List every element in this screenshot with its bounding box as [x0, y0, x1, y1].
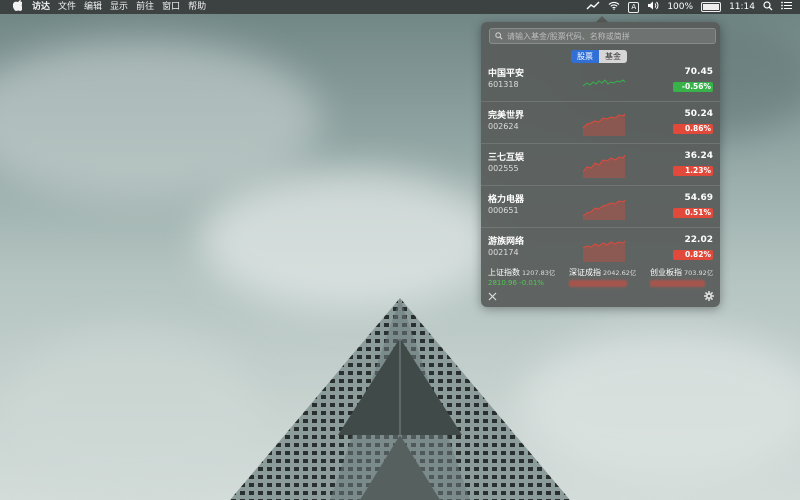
stock-name: 完美世界 [488, 111, 525, 121]
stock-code: 002174 [488, 248, 519, 257]
index-value-blurred [569, 280, 627, 287]
index-name: 深证成指 [569, 268, 601, 277]
stock-name: 三七互娱 [488, 153, 525, 163]
menu-go[interactable]: 前往 [136, 0, 162, 14]
stock-change-badge: 0.51% [673, 208, 713, 218]
index-shanghai[interactable]: 上证指数 1207.83亿 2810.96 -0.01% [488, 267, 556, 287]
search-input[interactable] [507, 31, 707, 41]
stock-price: 22.02 [684, 235, 713, 245]
index-value-blurred [650, 280, 705, 287]
stock-name: 中国平安 [488, 69, 525, 79]
index-name: 上证指数 [488, 268, 520, 277]
index-shenzhen[interactable]: 深证成指 2042.62亿 [569, 267, 637, 287]
stock-name: 游族网络 [488, 237, 525, 247]
search-icon [495, 32, 503, 40]
menu-help[interactable]: 帮助 [188, 0, 214, 14]
stock-price: 36.24 [684, 151, 713, 161]
index-name: 创业板指 [650, 268, 682, 277]
building-image [230, 298, 570, 500]
stock-change-badge: 1.23% [673, 166, 713, 176]
stock-code: 000651 [488, 206, 519, 215]
index-value: 2810.96 -0.01% [488, 279, 544, 287]
notification-center-icon[interactable] [781, 1, 792, 13]
stock-name: 格力电器 [488, 195, 525, 205]
stock-chart-icon[interactable] [586, 1, 600, 14]
stock-code: 002555 [488, 164, 519, 173]
index-volume: 2042.62亿 [603, 269, 637, 277]
stock-price: 70.45 [684, 67, 713, 77]
stock-code: 601318 [488, 80, 519, 89]
stock-code: 002624 [488, 122, 519, 131]
cloud [200, 170, 500, 310]
sparkline [582, 113, 626, 136]
index-volume: 1207.83亿 [522, 269, 556, 277]
menu-window[interactable]: 窗口 [162, 0, 188, 14]
stock-row[interactable]: 格力电器 000651 54.69 0.51% [481, 186, 720, 228]
stock-change-badge: 0.82% [673, 250, 713, 260]
stock-change-badge: -0.56% [673, 82, 713, 92]
index-chinext[interactable]: 创业板指 703.92亿 [650, 267, 714, 287]
cloud [0, 40, 320, 200]
menu-file[interactable]: 文件 [58, 0, 84, 14]
sparkline [582, 199, 626, 220]
sparkline [582, 240, 626, 262]
stock-row[interactable]: 游族网络 002174 22.02 0.82% [481, 228, 720, 270]
menu-view[interactable]: 显示 [110, 0, 136, 14]
menu-edit[interactable]: 编辑 [84, 0, 110, 14]
cloud [0, 330, 260, 500]
stock-row[interactable]: 三七互娱 002555 36.24 1.23% [481, 144, 720, 186]
menu-bar: 访达 文件 编辑 显示 前往 窗口 帮助 A 100% 11:14 [0, 0, 800, 14]
battery-icon[interactable] [701, 2, 722, 12]
stock-popover: 股票 基金 中国平安 601318 70.45 -0.56% 完美世界 0026… [481, 22, 720, 307]
stock-row[interactable]: 完美世界 002624 50.24 0.86% [481, 102, 720, 144]
close-icon[interactable] [488, 292, 497, 304]
stock-price: 50.24 [684, 109, 713, 119]
stock-price: 54.69 [684, 193, 713, 203]
sparkline [582, 154, 626, 178]
stock-row[interactable]: 中国平安 601318 70.45 -0.56% [481, 60, 720, 102]
apple-icon[interactable] [8, 0, 26, 14]
input-source-icon[interactable]: A [628, 1, 640, 13]
index-volume: 703.92亿 [684, 269, 714, 277]
spotlight-search-icon[interactable] [763, 0, 773, 14]
sparkline [582, 79, 626, 87]
volume-icon[interactable] [647, 1, 659, 13]
menu-finder[interactable]: 访达 [32, 0, 58, 14]
battery-percent[interactable]: 100% [667, 2, 693, 12]
stock-change-badge: 0.86% [673, 124, 713, 134]
gear-icon[interactable] [704, 291, 714, 304]
search-box[interactable] [489, 28, 716, 44]
wifi-icon[interactable] [608, 1, 620, 13]
clock[interactable]: 11:14 [729, 2, 755, 12]
